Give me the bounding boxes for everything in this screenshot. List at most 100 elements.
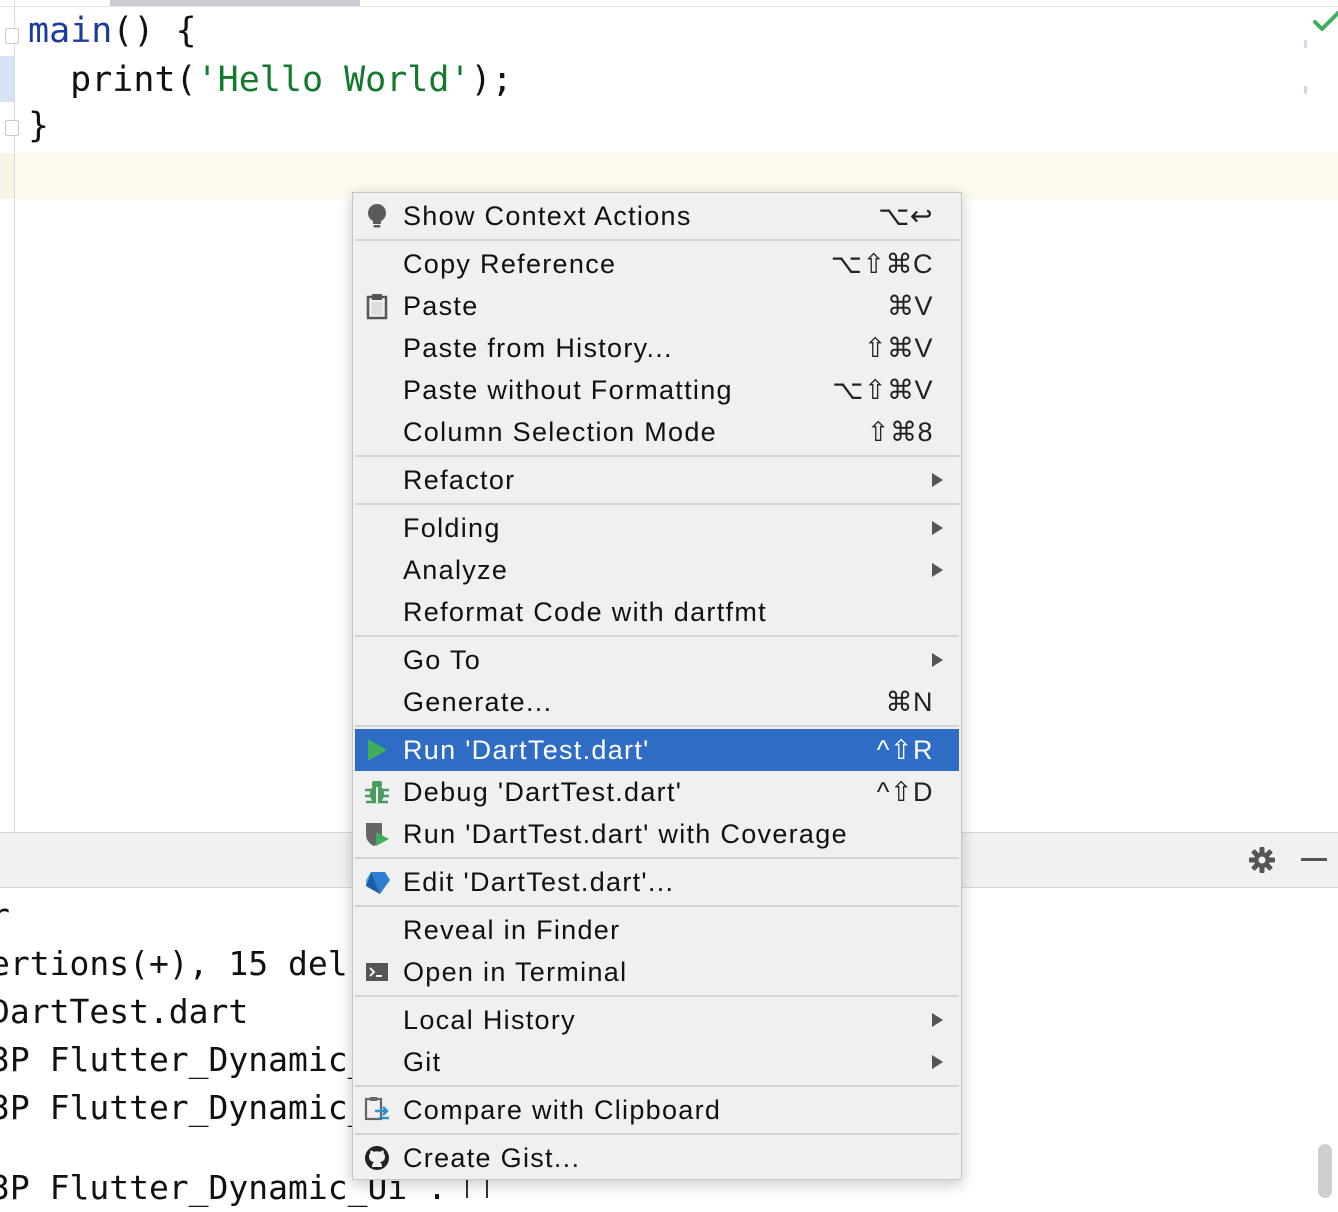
terminal-icon	[366, 963, 388, 981]
menu-item-label: Reformat Code with dartfmt	[403, 597, 767, 627]
console-line: r	[0, 892, 10, 940]
inspection-ok-icon[interactable]	[1312, 10, 1338, 34]
menu-item-refactor[interactable]: Refactor	[355, 459, 959, 501]
menu-item-label: Show Context Actions	[403, 201, 692, 231]
menu-separator	[355, 503, 959, 505]
code-string-literal: 'Hello World'	[196, 60, 471, 100]
console-line: 3P Flutter_Dynamic_	[0, 1040, 368, 1079]
menu-item-label: Copy Reference	[403, 249, 617, 279]
code-text: }	[28, 106, 50, 146]
menu-item-git[interactable]: Git	[355, 1041, 959, 1083]
menu-item-shortcut: ^⇧R	[876, 735, 933, 765]
code-text: (	[175, 60, 197, 100]
menu-item-generate[interactable]: Generate... ⌘N	[355, 681, 959, 723]
submenu-arrow-icon	[932, 563, 943, 577]
menu-item-show-context-actions[interactable]: Show Context Actions ⌥↩	[355, 195, 959, 237]
menu-item-label: Analyze	[403, 555, 509, 585]
code-line-3[interactable]: }	[28, 103, 49, 149]
menu-item-label: Folding	[403, 513, 501, 543]
menu-item-label: Run 'DartTest.dart' with Coverage	[403, 819, 848, 849]
code-line-2[interactable]: print('Hello World');	[28, 57, 513, 103]
menu-item-copy-reference[interactable]: Copy Reference ⌥⇧⌘C	[355, 243, 959, 285]
coverage-icon	[366, 823, 389, 846]
menu-separator	[355, 635, 959, 637]
menu-item-go-to[interactable]: Go To	[355, 639, 959, 681]
scroll-marker	[1304, 86, 1307, 94]
console-scrollbar[interactable]	[1318, 1144, 1332, 1198]
minimize-icon[interactable]	[1301, 858, 1327, 861]
menu-item-label: Open in Terminal	[403, 957, 628, 987]
gutter-change-marker	[0, 56, 14, 102]
menu-separator	[355, 995, 959, 997]
menu-item-paste[interactable]: Paste ⌘V	[355, 285, 959, 327]
menu-item-run-with-coverage[interactable]: Run 'DartTest.dart' with Coverage	[355, 813, 959, 855]
menu-item-label: Column Selection Mode	[403, 417, 717, 447]
menu-item-shortcut: ⌘V	[886, 291, 933, 321]
menu-item-compare-with-clipboard[interactable]: Compare with Clipboard	[355, 1089, 959, 1131]
menu-item-label: Reveal in Finder	[403, 915, 621, 945]
code-text: () {	[112, 11, 197, 51]
lightbulb-icon	[368, 204, 386, 228]
submenu-arrow-icon	[932, 473, 943, 487]
clipboard-icon	[366, 294, 388, 320]
menu-item-label: Compare with Clipboard	[403, 1095, 722, 1125]
menu-separator	[355, 725, 959, 727]
menu-item-edit-configuration[interactable]: Edit 'DartTest.dart'...	[355, 861, 959, 903]
menu-item-local-history[interactable]: Local History	[355, 999, 959, 1041]
scroll-marker	[1304, 40, 1307, 48]
bug-icon	[365, 781, 389, 804]
dart-icon	[366, 872, 390, 894]
menu-separator	[355, 239, 959, 241]
fold-close-icon[interactable]	[5, 120, 19, 136]
menu-item-column-selection-mode[interactable]: Column Selection Mode ⇧⌘8	[355, 411, 959, 453]
menu-item-label: Git	[403, 1047, 442, 1077]
submenu-arrow-icon	[932, 1055, 943, 1069]
menu-item-shortcut: ⌘N	[885, 687, 933, 717]
menu-separator	[355, 905, 959, 907]
menu-item-label: Local History	[403, 1005, 576, 1035]
menu-item-label: Create Gist...	[403, 1143, 581, 1173]
editor-context-menu: Show Context Actions ⌥↩ Copy Reference ⌥…	[352, 192, 962, 1180]
code-text: );	[470, 60, 513, 100]
menu-item-shortcut: ⌥⇧⌘C	[830, 249, 933, 279]
editor-top-border	[0, 6, 1338, 7]
fold-open-icon[interactable]	[5, 28, 19, 44]
menu-item-shortcut: ^⇧D	[876, 777, 933, 807]
gear-icon[interactable]	[1248, 846, 1276, 874]
menu-item-label: Run 'DartTest.dart'	[403, 735, 650, 765]
code-function-call: print	[70, 60, 176, 100]
menu-item-folding[interactable]: Folding	[355, 507, 959, 549]
menu-item-paste-without-formatting[interactable]: Paste without Formatting ⌥⇧⌘V	[355, 369, 959, 411]
submenu-arrow-icon	[932, 653, 943, 667]
menu-separator	[355, 1133, 959, 1135]
console-divider	[466, 1180, 468, 1198]
menu-item-paste-from-history[interactable]: Paste from History... ⇧⌘V	[355, 327, 959, 369]
console-line: DartTest.dart	[0, 992, 249, 1031]
menu-item-label: Generate...	[403, 687, 553, 717]
menu-item-create-gist[interactable]: Create Gist...	[355, 1137, 959, 1179]
menu-item-label: Refactor	[403, 465, 516, 495]
menu-item-reformat-code[interactable]: Reformat Code with dartfmt	[355, 591, 959, 633]
menu-item-label: Go To	[403, 645, 482, 675]
compare-icon	[364, 1097, 389, 1121]
menu-item-label: Paste	[403, 291, 479, 321]
menu-item-analyze[interactable]: Analyze	[355, 549, 959, 591]
menu-item-open-in-terminal[interactable]: Open in Terminal	[355, 951, 959, 993]
menu-item-shortcut: ⌥↩	[878, 201, 933, 231]
menu-item-label: Edit 'DartTest.dart'...	[403, 867, 675, 897]
submenu-arrow-icon	[932, 521, 943, 535]
menu-item-shortcut: ⇧⌘8	[866, 417, 933, 447]
submenu-arrow-icon	[932, 1013, 943, 1027]
menu-item-shortcut: ⇧⌘V	[863, 333, 933, 363]
menu-item-debug[interactable]: Debug 'DartTest.dart' ^⇧D	[355, 771, 959, 813]
menu-item-shortcut: ⌥⇧⌘V	[832, 375, 933, 405]
console-divider	[486, 1180, 488, 1198]
menu-item-label: Paste from History...	[403, 333, 673, 363]
menu-item-run[interactable]: Run 'DartTest.dart' ^⇧R	[355, 729, 959, 771]
caret-gutter-highlight	[0, 153, 14, 199]
menu-item-reveal-in-finder[interactable]: Reveal in Finder	[355, 909, 959, 951]
code-line-1[interactable]: main() {	[28, 8, 197, 54]
menu-separator	[355, 1085, 959, 1087]
menu-item-label: Paste without Formatting	[403, 375, 733, 405]
